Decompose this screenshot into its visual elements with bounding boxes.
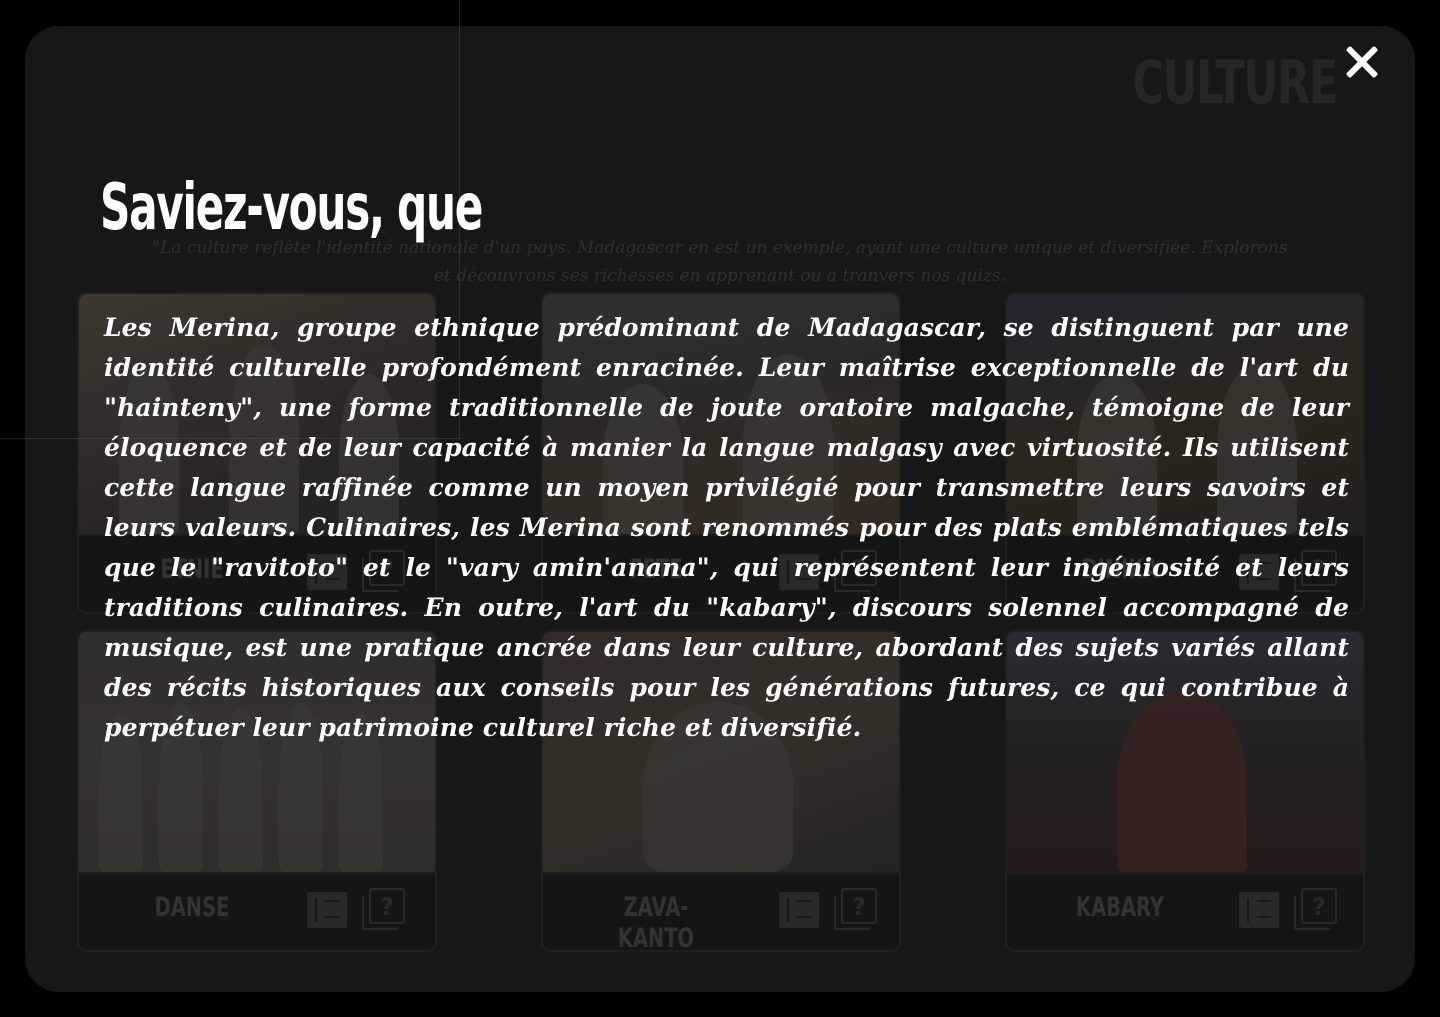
modal-overlay[interactable]: Saviez-vous, que Les Merina, groupe ethn… xyxy=(0,0,1440,1017)
close-icon[interactable] xyxy=(1338,38,1386,86)
modal-body-text: Les Merina, groupe ethnique prédominant … xyxy=(104,313,1349,742)
modal-title: Saviez-vous, que xyxy=(100,171,483,245)
